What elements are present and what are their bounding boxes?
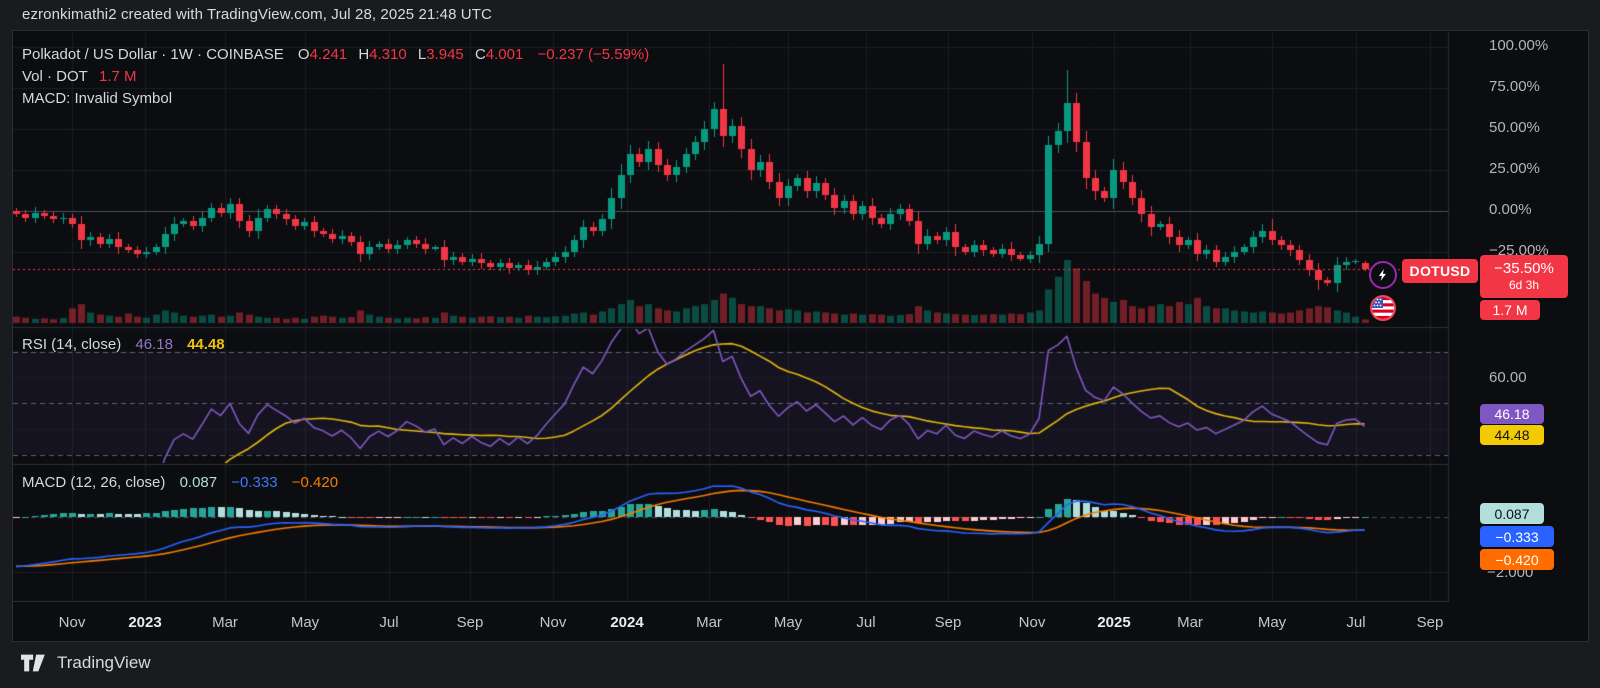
volume-axis-badge: 1.7 M xyxy=(1480,300,1540,320)
macd-label: MACD (12, 26, close) xyxy=(22,474,165,491)
time-axis-label: 2023 xyxy=(128,614,161,631)
footer-bar: TradingView xyxy=(0,642,1600,688)
volume-row: Vol · DOT 1.7 M xyxy=(22,66,649,88)
us-flag-graphic xyxy=(1372,297,1394,319)
last-price-badge: −35.50% 6d 3h xyxy=(1480,255,1568,298)
snapshot-page: ezronkimathi2 created with TradingView.c… xyxy=(0,0,1600,688)
price-axis-label: 50.00% xyxy=(1489,119,1540,136)
rsi-axis-badge: 46.18 xyxy=(1480,404,1544,424)
time-axis-label: Nov xyxy=(540,614,567,631)
time-axis-label: Mar xyxy=(1177,614,1203,631)
price-axis-label: 0.00% xyxy=(1489,201,1532,218)
price-axis-label: 25.00% xyxy=(1489,160,1540,177)
time-axis-label: 2024 xyxy=(610,614,643,631)
attribution-text: ezronkimathi2 created with TradingView.c… xyxy=(22,6,492,23)
rsi-axis-tick: 60.00 xyxy=(1489,369,1527,386)
change-value: −0.237 (−5.59%) xyxy=(538,46,650,63)
time-axis-label: May xyxy=(774,614,802,631)
bar-countdown: 6d 3h xyxy=(1509,277,1539,293)
attribution-bar: ezronkimathi2 created with TradingView.c… xyxy=(0,0,1600,30)
open-label: O xyxy=(298,46,310,63)
macd-signal-value: −0.420 xyxy=(292,474,338,491)
time-axis-label: May xyxy=(291,614,319,631)
symbol-marker-badge[interactable]: DOTUSD xyxy=(1402,259,1478,283)
tradingview-logo-icon xyxy=(21,654,49,672)
tradingview-brand-text: TradingView xyxy=(57,653,151,673)
macd-signal-axis-badge: −0.420 xyxy=(1480,549,1554,570)
volume-value: 1.7 M xyxy=(99,68,137,85)
macd-status-text: MACD: Invalid Symbol xyxy=(22,90,172,107)
time-axis-label: Jul xyxy=(1346,614,1365,631)
symbol-title: Polkadot / US Dollar · 1W · COINBASE xyxy=(22,46,284,63)
rsi-legend[interactable]: RSI (14, close) 46.18 44.48 xyxy=(22,336,225,353)
macd-status-row: MACD: Invalid Symbol xyxy=(22,88,649,110)
macd-line-value: −0.333 xyxy=(231,474,277,491)
price-chart-canvas[interactable] xyxy=(13,32,1450,602)
macd-line-axis-badge: −0.333 xyxy=(1480,526,1554,547)
high-label: H xyxy=(358,46,369,63)
open-value: 4.241 xyxy=(310,46,348,63)
price-axis-label: 100.00% xyxy=(1489,37,1548,54)
time-axis-label: Mar xyxy=(212,614,238,631)
symbol-legend[interactable]: Polkadot / US Dollar · 1W · COINBASE O4.… xyxy=(22,44,649,110)
price-axis-label: 75.00% xyxy=(1489,78,1540,95)
rsi-ma-value: 44.48 xyxy=(187,336,225,353)
time-axis-label: 2025 xyxy=(1097,614,1130,631)
low-value: 3.945 xyxy=(426,46,464,63)
time-axis-label: Jul xyxy=(856,614,875,631)
time-axis-label: May xyxy=(1258,614,1286,631)
rsi-ma-axis-badge: 44.48 xyxy=(1480,425,1544,445)
high-value: 4.310 xyxy=(369,46,407,63)
last-price-pct: −35.50% xyxy=(1494,261,1554,277)
close-value: 4.001 xyxy=(486,46,524,63)
volume-label: Vol · DOT xyxy=(22,68,88,85)
close-label: C xyxy=(475,46,486,63)
lightning-bolt-icon xyxy=(1376,268,1390,282)
rsi-label: RSI (14, close) xyxy=(22,336,121,353)
time-axis-label: Mar xyxy=(696,614,722,631)
instant-trading-icon[interactable] xyxy=(1369,261,1397,289)
low-label: L xyxy=(418,46,426,63)
ohlc-row: Polkadot / US Dollar · 1W · COINBASE O4.… xyxy=(22,44,649,66)
time-axis-label: Sep xyxy=(457,614,484,631)
us-flag-icon xyxy=(1370,295,1396,321)
time-axis-label: Sep xyxy=(1417,614,1444,631)
macd-legend[interactable]: MACD (12, 26, close) 0.087 −0.333 −0.420 xyxy=(22,474,338,491)
time-axis-label: Nov xyxy=(1019,614,1046,631)
macd-hist-axis-badge: 0.087 xyxy=(1480,503,1544,524)
tradingview-brand[interactable]: TradingView xyxy=(21,653,151,673)
rsi-value: 46.18 xyxy=(135,336,173,353)
time-axis-label: Nov xyxy=(59,614,86,631)
time-axis-label: Sep xyxy=(935,614,962,631)
macd-hist-value: 0.087 xyxy=(180,474,218,491)
time-axis-label: Jul xyxy=(379,614,398,631)
